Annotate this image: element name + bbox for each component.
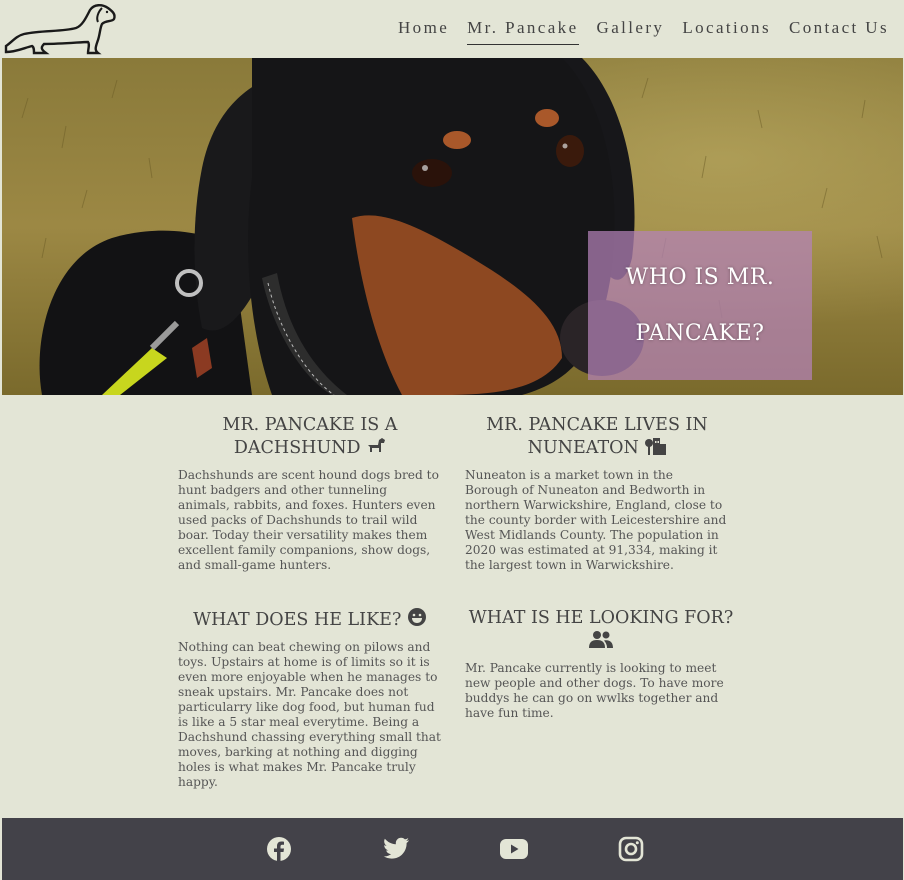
- dachshund-logo[interactable]: [2, 2, 118, 56]
- hero-banner: WHO IS MR. PANCAKE?: [2, 58, 903, 395]
- section-text: Mr. Pancake currently is looking to meet…: [465, 661, 724, 720]
- city-icon: [645, 438, 667, 455]
- instagram-icon[interactable]: [618, 836, 644, 862]
- grin-icon: [407, 608, 426, 626]
- hero-title-box: WHO IS MR. PANCAKE?: [588, 231, 812, 380]
- site-footer: [2, 818, 903, 880]
- nav-gallery[interactable]: Gallery: [597, 18, 665, 45]
- users-icon: [589, 631, 613, 648]
- twitter-icon[interactable]: [382, 836, 410, 862]
- nav-locations[interactable]: Locations: [682, 18, 771, 45]
- hero-title: WHO IS MR. PANCAKE?: [626, 250, 775, 362]
- section-title: MR. PANCAKE LIVES IN NUNEATON: [486, 415, 708, 458]
- section-title: WHAT DOES HE LIKE?: [178, 607, 442, 632]
- section-dachshund: MR. PANCAKE IS A DACHSHUND Dachshunds ar…: [178, 414, 442, 573]
- section-text: Nuneaton is a market town in the Borough…: [465, 468, 727, 572]
- dog-icon: [368, 438, 386, 452]
- info-sections: MR. PANCAKE IS A DACHSHUND Dachshunds ar…: [2, 395, 903, 818]
- youtube-icon[interactable]: [499, 836, 529, 862]
- section-text: Dachshunds are scent hound dogs bred to …: [178, 468, 439, 572]
- section-looking-for: WHAT IS HE LOOKING FOR? Mr. Pancake curr…: [458, 607, 744, 721]
- section-text: Nothing can beat chewing on pilows and t…: [178, 640, 441, 789]
- section-nuneaton: MR. PANCAKE LIVES IN NUNEATON Nuneaton i…: [465, 414, 729, 573]
- facebook-icon[interactable]: [266, 836, 292, 862]
- section-likes: WHAT DOES HE LIKE? Nothing can beat chew…: [178, 607, 442, 790]
- nav-contact-us[interactable]: Contact Us: [789, 18, 889, 45]
- nav-home[interactable]: Home: [398, 18, 449, 45]
- site-header: Home Mr. Pancake Gallery Locations Conta…: [2, 0, 903, 58]
- hero-title-line-2: PANCAKE?: [635, 320, 765, 346]
- main-nav: Home Mr. Pancake Gallery Locations Conta…: [380, 18, 889, 45]
- page: Home Mr. Pancake Gallery Locations Conta…: [2, 0, 903, 880]
- nav-mr-pancake[interactable]: Mr. Pancake: [467, 18, 579, 45]
- section-title: WHAT IS HE LOOKING FOR?: [458, 607, 744, 653]
- hero-title-line-1: WHO IS MR.: [625, 264, 775, 290]
- section-title: MR. PANCAKE IS A DACHSHUND: [222, 415, 398, 458]
